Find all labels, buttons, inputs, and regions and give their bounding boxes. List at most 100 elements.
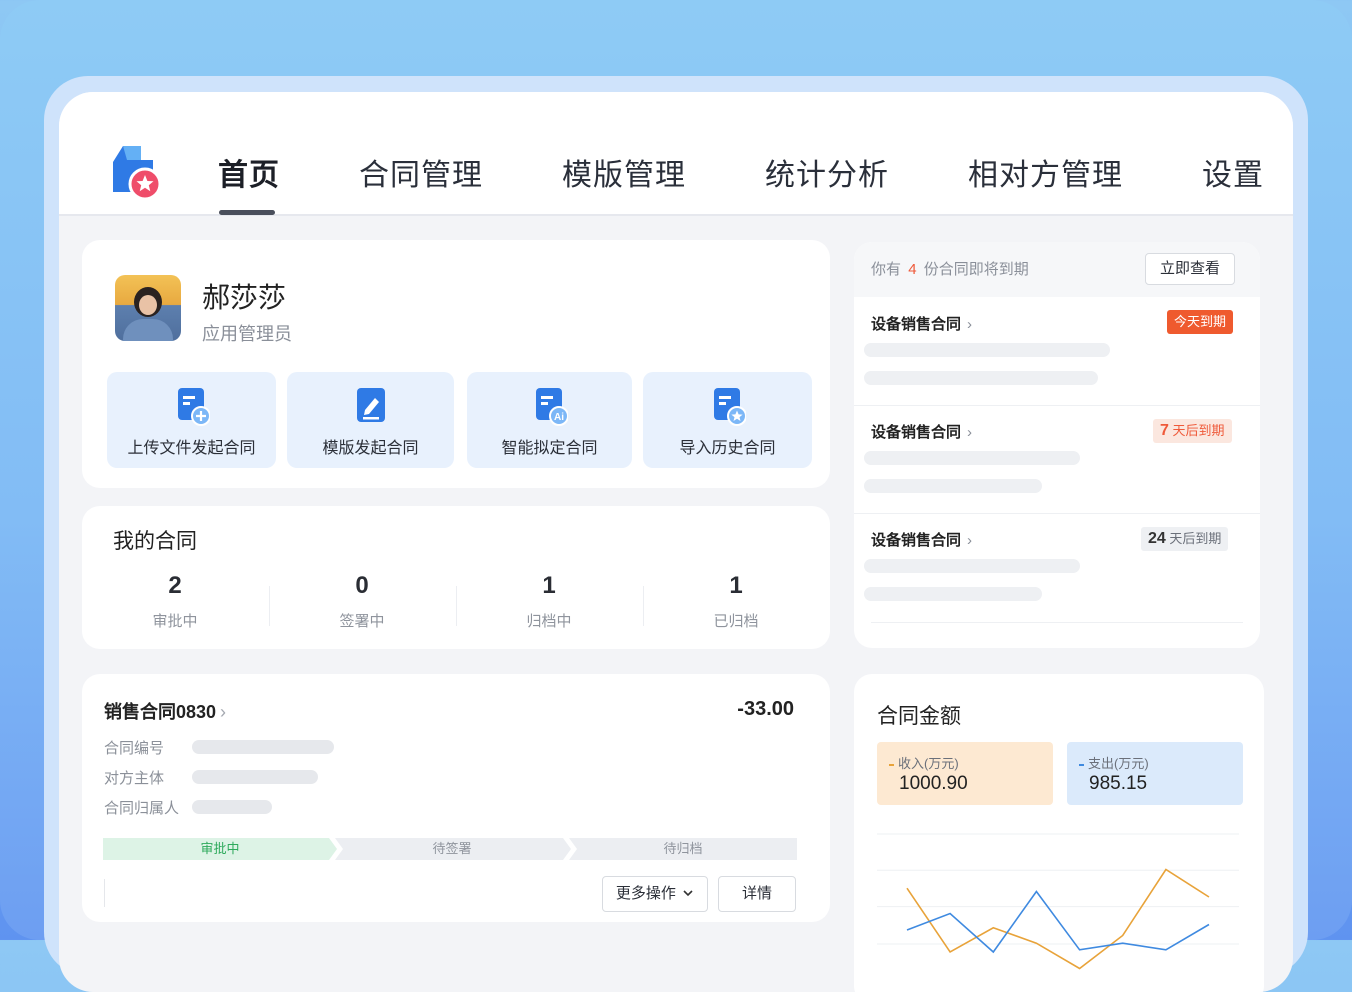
badge-number: 24	[1148, 530, 1166, 547]
stat-archived-label: 已归档	[713, 613, 759, 630]
contract-title-link[interactable]: 销售合同0830 ›	[104, 698, 226, 724]
my-contracts-card: 我的合同 2 审批中 0 签署中 1 归档中 1 已归档	[82, 506, 830, 649]
badge-text: 天后到期	[1169, 531, 1222, 546]
chevron-right-icon: ›	[967, 424, 973, 441]
stat-archived-value: 1	[729, 572, 743, 599]
due-in-24-days-badge: 24 天后到期	[1141, 527, 1229, 551]
placeholder-bar	[864, 343, 1110, 357]
ai-draft-contract-button[interactable]: Ai 智能拟定合同	[467, 372, 632, 468]
stat-approving-label: 审批中	[152, 613, 198, 630]
placeholder-bar	[864, 559, 1080, 573]
stat-signing[interactable]: 0 签署中	[302, 572, 422, 631]
step-pending-sign: 待签署	[432, 841, 472, 856]
tab-template-management[interactable]: 模版管理	[562, 150, 686, 194]
expiring-contracts-card: 你有 4 份合同即将到期 立即查看 设备销售合同 › 今天到期 设备销售合同 › 7…	[854, 242, 1260, 648]
placeholder-bar	[864, 479, 1042, 493]
badge-text: 今天到期	[1174, 314, 1227, 329]
divider	[456, 586, 457, 626]
profile-card: 郝莎莎 应用管理员 上传文件发起合同 模版发起合同 Ai 智能拟定合同 导入历史…	[82, 240, 830, 488]
stat-archived[interactable]: 1 已归档	[676, 572, 796, 631]
expiring-prefix: 你有	[871, 261, 902, 278]
stat-approving-value: 2	[168, 572, 182, 599]
detail-button[interactable]: 详情	[718, 876, 796, 912]
badge-text: 天后到期	[1172, 423, 1225, 438]
chevron-down-icon	[683, 890, 693, 897]
active-tab-indicator	[219, 210, 275, 215]
user-name: 郝莎莎	[202, 282, 287, 313]
income-series-line	[906, 868, 1210, 970]
stat-archiving[interactable]: 1 归档中	[489, 572, 609, 631]
tab-statistics[interactable]: 统计分析	[765, 150, 889, 194]
chevron-right-icon: ›	[220, 702, 227, 722]
upload-file-contract-button[interactable]: 上传文件发起合同	[107, 372, 276, 468]
template-contract-button[interactable]: 模版发起合同	[287, 372, 454, 468]
svg-text:Ai: Ai	[554, 412, 564, 423]
import-history-contract-label: 导入历史合同	[679, 440, 776, 457]
placeholder-bar	[192, 800, 272, 814]
expiring-notice: 你有 4 份合同即将到期	[871, 258, 1029, 279]
due-in-7-days-badge: 7 天后到期	[1153, 419, 1232, 443]
expiring-suffix: 份合同即将到期	[923, 261, 1029, 278]
template-contract-label: 模版发起合同	[322, 440, 419, 457]
divider	[854, 405, 1260, 406]
user-role: 应用管理员	[202, 324, 292, 344]
placeholder-bar	[192, 740, 334, 754]
step-pending-archive: 待归档	[663, 841, 703, 856]
avatar[interactable]	[115, 275, 181, 341]
due-today-badge: 今天到期	[1167, 310, 1234, 334]
app-logo-icon	[113, 146, 162, 198]
placeholder-bar	[864, 587, 1042, 601]
expiring-count: 4	[908, 261, 917, 278]
placeholder-bar	[864, 371, 1098, 385]
divider	[871, 622, 1243, 623]
contract-amount: -33.00	[737, 698, 794, 720]
import-history-contract-button[interactable]: 导入历史合同	[643, 372, 812, 468]
stat-signing-value: 0	[355, 572, 369, 599]
divider	[269, 586, 270, 626]
expense-series-line	[906, 890, 1210, 954]
expiring-item-title[interactable]: 设备销售合同 ›	[871, 421, 972, 442]
view-now-button[interactable]: 立即查看	[1145, 253, 1235, 285]
expiring-item-title[interactable]: 设备销售合同 ›	[871, 529, 972, 550]
app-window: 首页 合同管理 模版管理 统计分析 相对方管理 设置 郝莎莎 应用管理员 上传文…	[59, 92, 1293, 992]
top-nav-bar: 首页 合同管理 模版管理 统计分析 相对方管理 设置	[59, 92, 1293, 216]
template-edit-icon	[356, 388, 385, 422]
contract-amount-card: 合同金额 收入(万元) 1000.90 支出(万元) 985.15	[854, 674, 1264, 992]
stat-archiving-value: 1	[542, 572, 556, 599]
divider	[854, 513, 1260, 514]
step-approving: 审批中	[200, 841, 240, 856]
placeholder-bar	[192, 770, 318, 784]
upload-file-contract-label: 上传文件发起合同	[127, 440, 256, 457]
stat-archiving-label: 归档中	[526, 613, 572, 630]
divider	[104, 879, 105, 907]
stat-signing-label: 签署中	[339, 613, 385, 630]
tab-settings[interactable]: 设置	[1202, 150, 1264, 194]
stat-approving[interactable]: 2 审批中	[115, 572, 235, 631]
ai-draft-contract-label: 智能拟定合同	[501, 440, 598, 457]
tab-contract-management[interactable]: 合同管理	[359, 150, 483, 194]
expiring-item-title-text: 设备销售合同	[871, 532, 962, 549]
chevron-right-icon: ›	[967, 316, 973, 333]
field-label-counterparty: 对方主体	[104, 770, 165, 787]
more-actions-button[interactable]: 更多操作	[602, 876, 708, 912]
import-history-icon	[713, 388, 746, 426]
my-contracts-title: 我的合同	[113, 530, 197, 553]
amount-line-chart	[877, 833, 1239, 970]
chevron-right-icon: ›	[967, 532, 973, 549]
field-label-owner: 合同归属人	[104, 800, 180, 817]
ai-draft-icon: Ai	[535, 388, 568, 426]
expiring-item-title-text: 设备销售合同	[871, 424, 962, 441]
tab-home[interactable]: 首页	[218, 150, 280, 194]
field-label-contract-number: 合同编号	[104, 740, 165, 757]
expiring-item-title-text: 设备销售合同	[871, 316, 962, 333]
tab-counterparty-management[interactable]: 相对方管理	[968, 150, 1123, 194]
placeholder-bar	[864, 451, 1080, 465]
contract-title: 销售合同0830	[104, 702, 217, 722]
contract-detail-card: 销售合同0830 › -33.00 合同编号 对方主体 合同归属人 审批中 待签署…	[82, 674, 830, 922]
upload-file-icon	[177, 388, 210, 426]
more-actions-label: 更多操作	[615, 885, 676, 902]
expiring-header: 你有 4 份合同即将到期 立即查看	[854, 242, 1260, 297]
divider	[643, 586, 644, 626]
badge-number: 7	[1160, 422, 1169, 439]
expiring-item-title[interactable]: 设备销售合同 ›	[871, 313, 972, 334]
